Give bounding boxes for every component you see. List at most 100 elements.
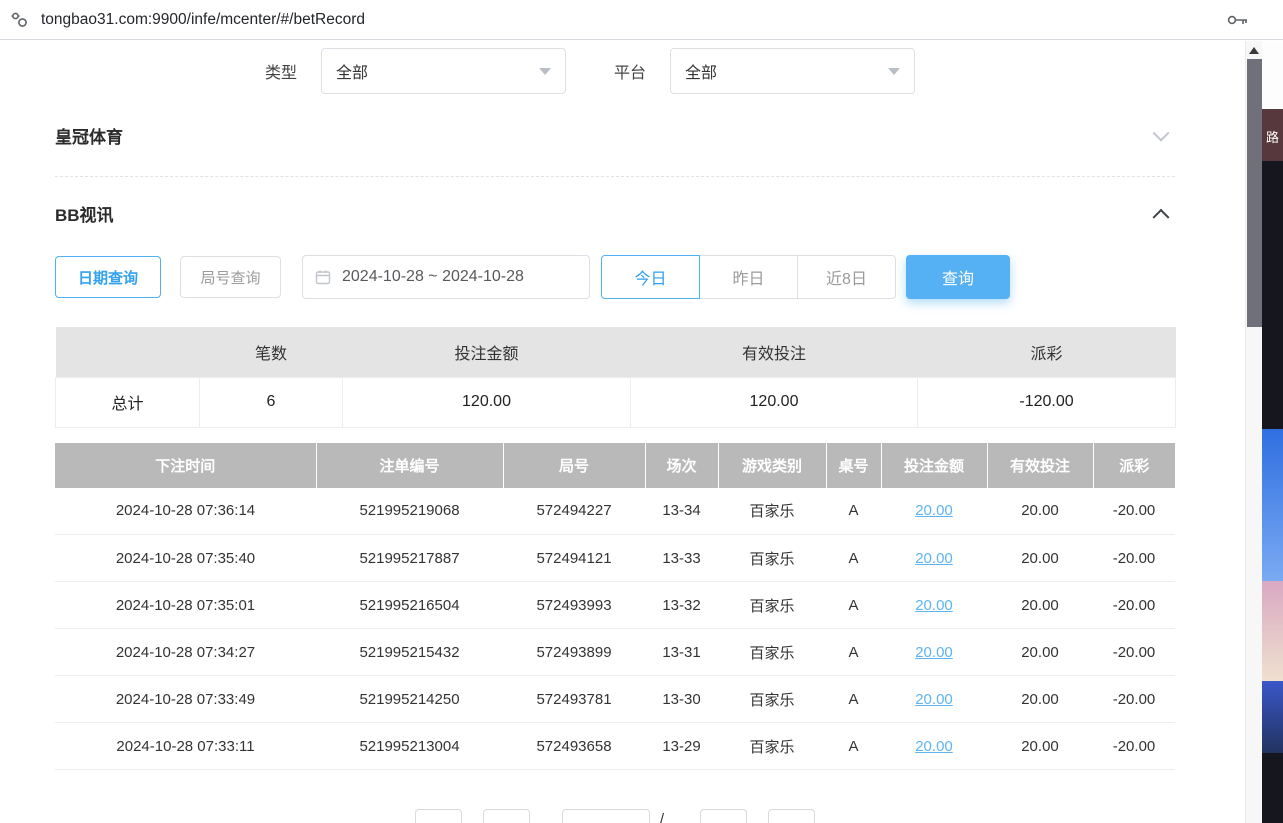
bet-amount-link[interactable]: 20.00 (915, 550, 953, 567)
cell-game-type: 百家乐 (718, 535, 826, 582)
platform-select[interactable]: 全部 (670, 48, 915, 94)
cell-bet-no: 521995213004 (316, 723, 503, 770)
bet-table-row: 2024-10-28 07:33:11521995213004572493658… (55, 723, 1175, 770)
strip-image-3 (1262, 681, 1283, 753)
type-label: 类型 (265, 59, 297, 83)
calendar-icon (315, 269, 331, 285)
bet-amount-link[interactable]: 20.00 (915, 597, 953, 614)
summary-header-row: 笔数 投注金额 有效投注 派彩 (56, 327, 1176, 377)
date-range-value: 2024-10-28 ~ 2024-10-28 (342, 268, 524, 286)
header-payout: 派彩 (1093, 443, 1175, 488)
vertical-scrollbar[interactable] (1245, 41, 1262, 823)
scrollbar-up-arrow-icon[interactable] (1249, 47, 1259, 54)
cell-bet-no: 521995219068 (316, 488, 503, 535)
browser-address-bar: tongbao31.com:9900/infe/mcenter/#/betRec… (0, 0, 1283, 40)
pagination-page-input[interactable] (562, 809, 650, 823)
summary-table: 笔数 投注金额 有效投注 派彩 总计 6 120.00 120.00 -120.… (55, 327, 1176, 428)
section-title-bb: BB视讯 (55, 201, 114, 226)
cell-game-type: 百家乐 (718, 629, 826, 676)
cell-table-no: A (826, 488, 881, 535)
bet-record-page: 类型 全部 平台 全部 皇冠体育 BB视讯 日期查询 局号查询 20 (0, 41, 1245, 823)
round-query-tab[interactable]: 局号查询 (180, 256, 281, 298)
password-key-icon[interactable] (1227, 13, 1249, 27)
chevron-down-icon[interactable] (1153, 124, 1170, 141)
cell-round-no: 572494227 (503, 488, 645, 535)
date-query-tab[interactable]: 日期查询 (55, 256, 161, 298)
section-title-crown: 皇冠体育 (55, 123, 123, 148)
site-info-icon[interactable] (10, 10, 29, 29)
cell-table-no: A (826, 629, 881, 676)
chevron-up-icon[interactable] (1153, 209, 1170, 226)
cell-table-no: A (826, 723, 881, 770)
strip-label: 路 (1262, 127, 1283, 146)
cell-payout: -20.00 (1093, 582, 1175, 629)
cell-bet-amount: 20.00 (881, 676, 987, 723)
cell-session: 13-34 (645, 488, 718, 535)
strip-white-segment (1262, 41, 1283, 109)
header-bet-no: 注单编号 (316, 443, 503, 488)
cell-valid-bet: 20.00 (987, 629, 1093, 676)
cell-bet-time: 2024-10-28 07:36:14 (55, 488, 316, 535)
bet-table-row: 2024-10-28 07:35:01521995216504572493993… (55, 582, 1175, 629)
top-filter-row: 类型 全部 平台 全部 (265, 47, 1245, 95)
cell-bet-no: 521995217887 (316, 535, 503, 582)
cell-round-no: 572493899 (503, 629, 645, 676)
cell-valid-bet: 20.00 (987, 582, 1093, 629)
section-crown-sports[interactable]: 皇冠体育 (55, 95, 1167, 176)
cell-valid-bet: 20.00 (987, 535, 1093, 582)
last-8-days-button[interactable]: 近8日 (797, 255, 896, 299)
pagination-prev-button[interactable]: ‹ (483, 809, 530, 823)
address-url[interactable]: tongbao31.com:9900/infe/mcenter/#/betRec… (41, 11, 365, 29)
header-valid-bet: 有效投注 (987, 443, 1093, 488)
type-select[interactable]: 全部 (321, 48, 566, 94)
bet-amount-link[interactable]: 20.00 (915, 738, 953, 755)
cell-table-no: A (826, 676, 881, 723)
platform-select-value: 全部 (685, 59, 717, 83)
pagination-first-button[interactable]: « (415, 809, 462, 823)
total-valid-bet: 120.00 (631, 377, 918, 427)
cell-round-no: 572493781 (503, 676, 645, 723)
bet-table-body: 2024-10-28 07:36:14521995219068572494227… (55, 488, 1175, 770)
cell-bet-time: 2024-10-28 07:35:40 (55, 535, 316, 582)
cell-session: 13-32 (645, 582, 718, 629)
cell-payout: -20.00 (1093, 723, 1175, 770)
today-button[interactable]: 今日 (601, 255, 700, 299)
cell-table-no: A (826, 582, 881, 629)
cell-session: 13-33 (645, 535, 718, 582)
cell-session: 13-29 (645, 723, 718, 770)
query-bar: 日期查询 局号查询 2024-10-28 ~ 2024-10-28 今日 昨日 … (55, 255, 1245, 299)
cell-valid-bet: 20.00 (987, 676, 1093, 723)
bet-amount-link[interactable]: 20.00 (915, 502, 953, 519)
bet-table-row: 2024-10-28 07:33:49521995214250572493781… (55, 676, 1175, 723)
cell-bet-time: 2024-10-28 07:34:27 (55, 629, 316, 676)
header-bet-time: 下注时间 (55, 443, 316, 488)
cell-table-no: A (826, 535, 881, 582)
caret-down-icon (539, 68, 551, 75)
cell-bet-amount: 20.00 (881, 582, 987, 629)
pagination-last-button[interactable]: » (768, 809, 815, 823)
strip-image-1 (1262, 429, 1283, 581)
summary-header-valid-bet: 有效投注 (631, 327, 918, 377)
cell-round-no: 572493993 (503, 582, 645, 629)
cell-bet-amount: 20.00 (881, 535, 987, 582)
section-bb-live[interactable]: BB视讯 (55, 177, 1167, 249)
scrollbar-thumb[interactable] (1247, 59, 1262, 327)
date-range-input[interactable]: 2024-10-28 ~ 2024-10-28 (302, 255, 590, 299)
cell-bet-amount: 20.00 (881, 629, 987, 676)
cell-round-no: 572494121 (503, 535, 645, 582)
cell-session: 13-30 (645, 676, 718, 723)
yesterday-button[interactable]: 昨日 (699, 255, 798, 299)
bet-amount-link[interactable]: 20.00 (915, 644, 953, 661)
pagination-next-button[interactable]: › (700, 809, 747, 823)
search-button[interactable]: 查询 (906, 255, 1010, 299)
summary-header-payout: 派彩 (918, 327, 1176, 377)
cell-game-type: 百家乐 (718, 676, 826, 723)
bet-amount-link[interactable]: 20.00 (915, 691, 953, 708)
total-count: 6 (200, 377, 343, 427)
summary-header-count: 笔数 (200, 327, 343, 377)
cell-session: 13-31 (645, 629, 718, 676)
caret-down-icon (888, 68, 900, 75)
summary-header-blank (56, 327, 200, 377)
background-page-strip: 路 (1262, 41, 1283, 823)
cell-bet-time: 2024-10-28 07:33:49 (55, 676, 316, 723)
